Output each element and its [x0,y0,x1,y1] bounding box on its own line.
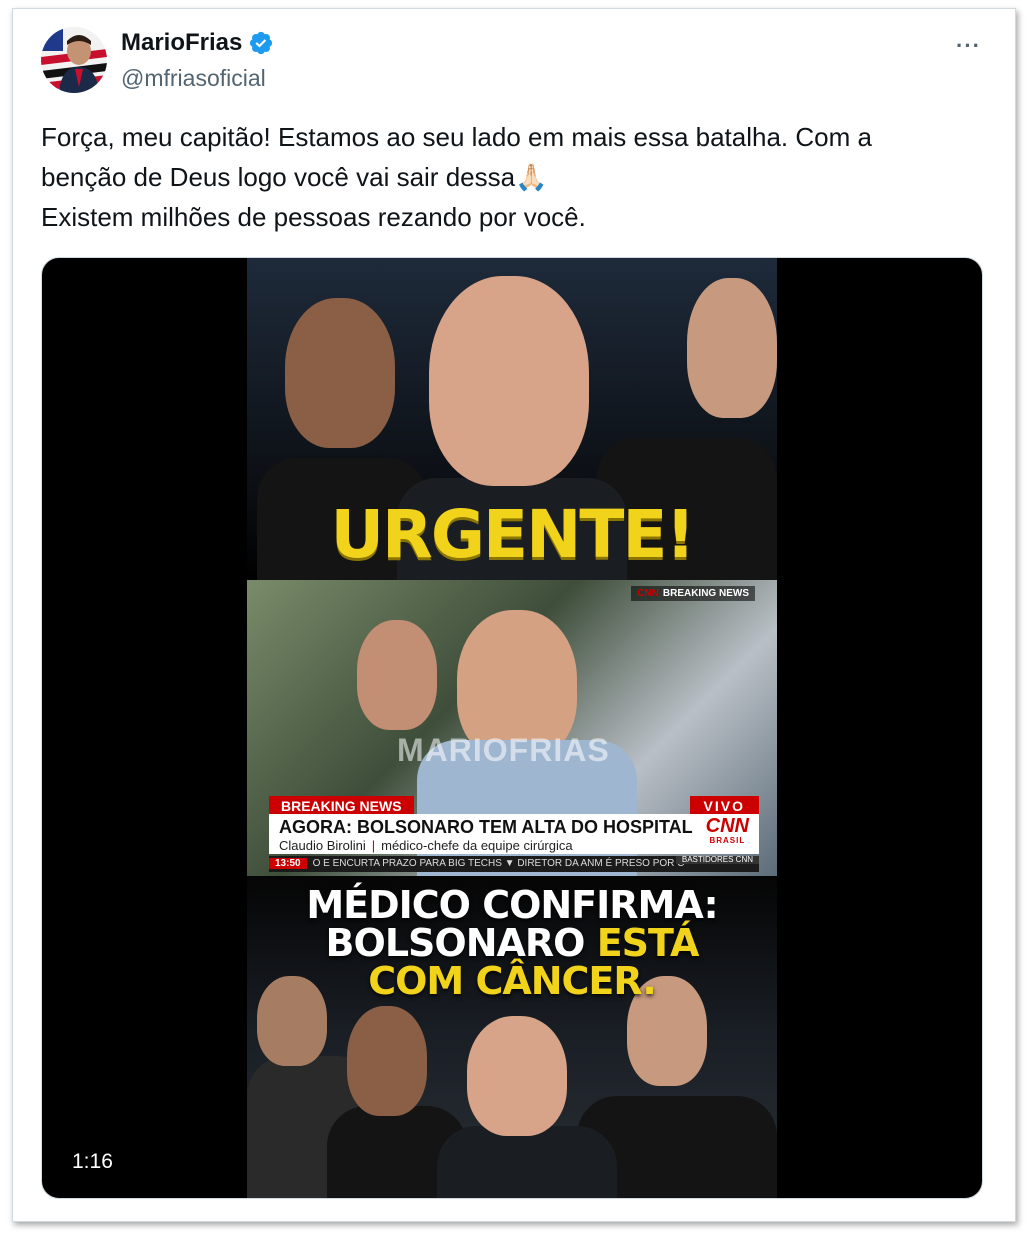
lower-third: AGORA: BOLSONARO TEM ALTA DO HOSPITAL Cl… [269,814,759,854]
cnn-breaking-text: BREAKING NEWS [662,588,749,599]
verified-badge-icon [250,31,273,55]
cnn-logo: CNN BRASIL [706,816,749,846]
medico-headline: MÉDICO CONFIRMA: BOLSONARO ESTÁ COM CÂNC… [247,886,777,1000]
tweet-text: Força, meu capitão! Estamos ao seu lado … [41,117,981,237]
breaking-news-label: BREAKING NEWS [269,796,414,816]
video-thumbnail[interactable]: URGENTE! CNN BREAKING NEWS MARIOFRIAS BRE… [247,258,777,1198]
tweet-text-line: Força, meu capitão! Estamos ao seu lado … [41,122,872,152]
avatar-image [41,27,107,93]
speaker-role: médico-chefe da equipe cirúrgica [381,838,573,853]
video-bottom-panel: MÉDICO CONFIRMA: BOLSONARO ESTÁ COM CÂNC… [247,876,777,1198]
cnn-mini-logo: CNN [637,588,659,599]
urgente-headline: URGENTE! [330,496,695,573]
video-news-panel: CNN BREAKING NEWS MARIOFRIAS BREAKING NEW… [247,580,777,880]
reporter-face [357,620,437,730]
watermark: MARIOFRIAS [397,732,610,768]
ticker-tag: BASTIDORES CNN [675,856,759,864]
user-handle[interactable]: @mfriasoficial [121,65,266,92]
person-center [467,1016,567,1136]
tweet-text-line: benção de Deus logo você vai sair dessa🙏… [41,162,548,192]
person-left [347,1006,427,1116]
news-ticker: 13:50 O E ENCURTA PRAZO PARA BIG TECHS ▼ … [269,856,759,872]
live-label: VIVO [689,796,759,816]
medico-line-2: BOLSONARO ESTÁ [247,924,777,962]
display-name[interactable]: MarioFrias [121,29,242,57]
medico-line-1: MÉDICO CONFIRMA: [306,883,718,927]
tweet-text-line: Existem milhões de pessoas rezando por v… [41,202,586,232]
person-body [437,1126,617,1198]
ticker-text: O E ENCURTA PRAZO PARA BIG TECHS ▼ DIRET… [312,858,685,869]
ticker-time: 13:50 [269,858,307,869]
cnn-logo-text: CNN [705,815,749,837]
person-left [285,298,395,448]
separator: | [371,838,376,853]
cnn-breaking-badge: CNN BREAKING NEWS [631,586,755,601]
video-player[interactable]: URGENTE! CNN BREAKING NEWS MARIOFRIAS BRE… [41,257,983,1199]
news-headline: AGORA: BOLSONARO TEM ALTA DO HOSPITAL [279,817,693,837]
person-center [429,276,589,486]
video-top-panel: URGENTE! [247,258,777,588]
cnn-logo-sub: BRASIL [709,836,746,845]
tweet-card[interactable]: MarioFrias @mfriasoficial ··· Força, meu… [12,8,1016,1222]
tweet-header: MarioFrias @mfriasoficial ··· [41,27,987,97]
news-subline: Claudio Birolini | médico-chefe da equipe … [279,838,573,853]
speaker-name: Claudio Birolini [279,838,366,853]
video-duration: 1:16 [62,1148,123,1176]
person-right [687,278,777,418]
medico-line-3: COM CÂNCER. [368,959,657,1003]
avatar[interactable] [41,27,107,93]
more-options-icon[interactable]: ··· [956,33,981,59]
